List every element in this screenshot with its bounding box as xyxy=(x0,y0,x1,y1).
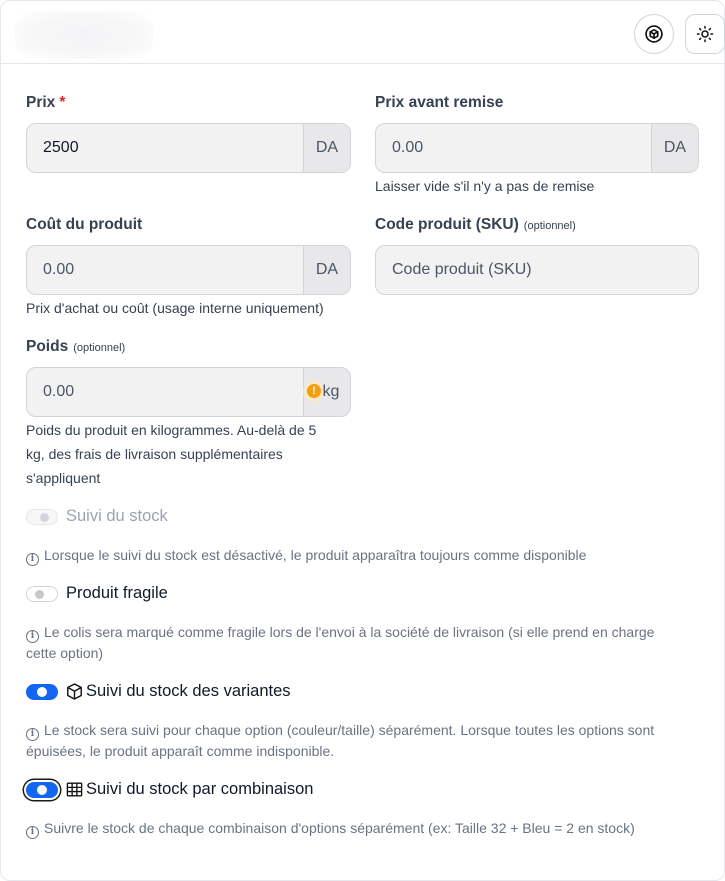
package-icon xyxy=(645,25,663,43)
theme-toggle-button[interactable] xyxy=(685,14,725,54)
weight-input[interactable] xyxy=(27,368,303,416)
weight-unit-suffix: ! kg xyxy=(303,368,350,416)
stock-tracking-info: i Lorsque le suivi du stock est désactivé… xyxy=(26,545,586,566)
compare-price-currency-suffix: DA xyxy=(651,124,698,172)
cost-field: DA xyxy=(26,245,351,295)
info-icon: i xyxy=(26,630,39,643)
variant-stock-label: Suivi du stock des variantes xyxy=(65,682,291,701)
stock-tracking-toggle[interactable] xyxy=(26,509,58,525)
store-logo xyxy=(15,11,153,59)
cost-input[interactable] xyxy=(27,246,303,294)
sku-optional-tag: (optionnel) xyxy=(523,220,576,232)
price-input[interactable] xyxy=(27,124,303,172)
stock-tracking-label: Suivi du stock xyxy=(66,507,168,525)
fragile-label: Produit fragile xyxy=(66,584,168,602)
info-icon: i xyxy=(26,553,39,566)
compare-price-label: Prix avant remise xyxy=(375,94,504,111)
top-bar xyxy=(1,1,725,64)
compare-price-input[interactable] xyxy=(376,124,651,172)
weight-label: Poids (optionnel) xyxy=(26,338,126,355)
price-field: DA xyxy=(26,123,351,173)
combination-stock-toggle[interactable] xyxy=(26,782,58,798)
weight-help: Poids du produit en kilogrammes. Au-delà… xyxy=(26,422,317,486)
price-label: Prix * xyxy=(26,94,66,111)
sku-field xyxy=(375,245,699,295)
cost-currency-suffix: DA xyxy=(303,246,350,294)
combination-stock-info: i Suivre le stock de chaque combinaison d… xyxy=(26,818,635,839)
warning-icon: ! xyxy=(307,384,321,398)
weight-optional-tag: (optionnel) xyxy=(73,342,126,354)
combination-stock-label: Suivi du stock par combinaison xyxy=(65,780,313,799)
weight-unit-label: kg xyxy=(322,383,340,400)
fragile-info: i Le colis sera marqué comme fragile lors… xyxy=(26,624,655,661)
variant-stock-info: i Le stock sera suivi pour chaque option … xyxy=(26,722,655,759)
cube-icon xyxy=(67,683,82,700)
cost-help: Prix d'achat ou coût (usage interne uniq… xyxy=(26,300,324,316)
fragile-toggle[interactable] xyxy=(26,586,58,602)
variant-stock-toggle[interactable] xyxy=(26,684,58,700)
sku-label: Code produit (SKU) (optionnel) xyxy=(375,216,576,233)
sun-icon xyxy=(696,25,714,43)
required-mark: * xyxy=(59,94,66,111)
grid-icon xyxy=(66,782,83,797)
cost-label: Coût du produit xyxy=(26,216,143,233)
price-currency-suffix: DA xyxy=(303,124,350,172)
info-icon: i xyxy=(26,826,39,839)
store-button[interactable] xyxy=(634,14,674,54)
sku-input[interactable] xyxy=(376,246,698,294)
info-icon: i xyxy=(26,728,39,741)
compare-price-help: Laisser vide s'il n'y a pas de remise xyxy=(375,178,595,194)
compare-price-field: DA xyxy=(375,123,699,173)
weight-field: ! kg xyxy=(26,367,351,417)
